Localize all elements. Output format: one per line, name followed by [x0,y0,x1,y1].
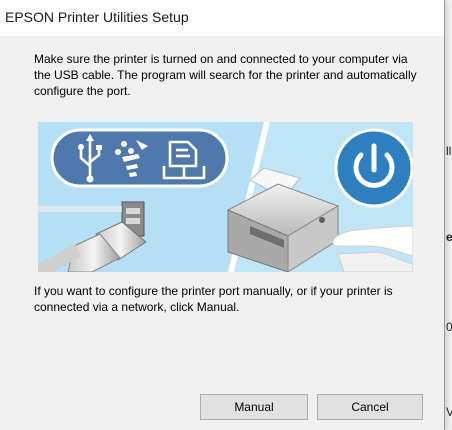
setup-dialog: EPSON Printer Utilities Setup Make sure … [0,0,445,430]
background-window-text: 0 [446,320,452,334]
background-window-text: e [446,230,452,244]
instruction-text: Make sure the printer is turned on and c… [34,52,417,98]
background-window-text: V [446,405,452,419]
background-window-text: ll [446,144,452,158]
manual-hint-text: If you want to configure the printer por… [34,284,393,314]
power-icon [334,128,413,208]
title-bar[interactable]: EPSON Printer Utilities Setup [0,0,444,36]
cancel-button[interactable]: Cancel [317,394,423,420]
window-title: EPSON Printer Utilities Setup [5,9,189,25]
connection-illustration [38,122,413,272]
background-window-edge [445,0,452,430]
manual-button[interactable]: Manual [200,394,308,420]
